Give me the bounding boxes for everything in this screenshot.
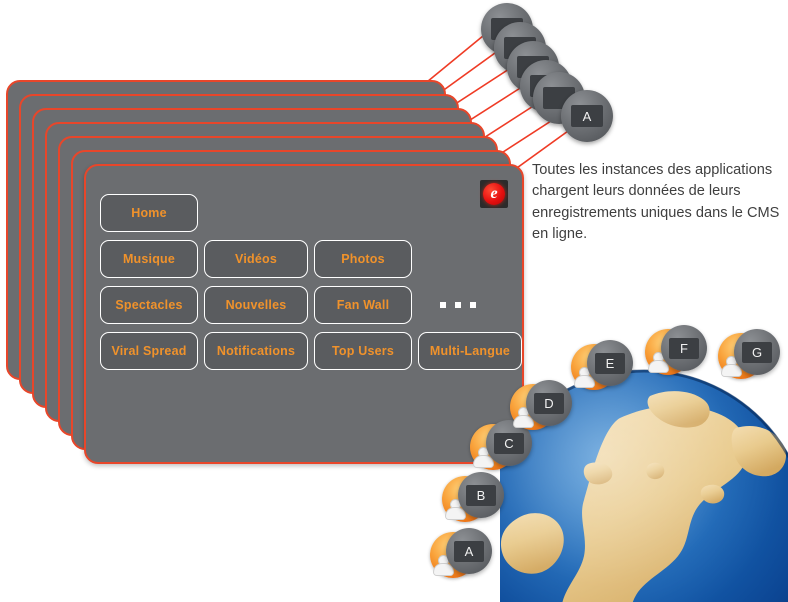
menu-button-musique[interactable]: Musique [100, 240, 198, 278]
menu-button-fan-wall[interactable]: Fan Wall [314, 286, 412, 324]
user-badge-pill: F [661, 325, 707, 371]
user-badge-pill: E [587, 340, 633, 386]
user-badge-label: B [466, 484, 496, 506]
user-badge-f: F [645, 325, 707, 387]
instance-node-label: A [571, 105, 603, 127]
diagram-canvas: e Home Musique Vidéos Photos Spectacles … [0, 0, 788, 602]
caption-text: Toutes les instances des applications ch… [532, 162, 784, 243]
menu-button-spectacles[interactable]: Spectacles [100, 286, 198, 324]
user-badge-pill: G [734, 329, 780, 375]
e-logo-glyph: e [483, 183, 505, 205]
user-badge-e: E [571, 340, 633, 402]
menu-button-home[interactable]: Home [100, 194, 198, 232]
menu-button-videos[interactable]: Vidéos [204, 240, 308, 278]
menu-overflow-ellipsis-icon[interactable] [440, 302, 476, 308]
user-badge-d: D [510, 380, 572, 442]
app-menu: e Home Musique Vidéos Photos Spectacles … [100, 180, 522, 448]
user-badge-g: G [718, 329, 780, 391]
menu-button-top-users[interactable]: Top Users [314, 332, 412, 370]
e-logo-icon: e [480, 180, 508, 208]
user-badge-pill: D [526, 380, 572, 426]
app-card-front: e Home Musique Vidéos Photos Spectacles … [84, 164, 524, 464]
instance-node-front: A [561, 90, 613, 142]
menu-button-photos[interactable]: Photos [314, 240, 412, 278]
user-badge-label: G [742, 341, 772, 363]
user-badge-label: E [595, 352, 625, 374]
menu-button-nouvelles[interactable]: Nouvelles [204, 286, 308, 324]
user-badge-label: A [454, 540, 484, 562]
user-badge-label: D [534, 392, 564, 414]
menu-button-notifications[interactable]: Notifications [204, 332, 308, 370]
menu-button-multi-langue[interactable]: Multi-Langue [418, 332, 522, 370]
menu-button-viral-spread[interactable]: Viral Spread [100, 332, 198, 370]
user-badge-pill: A [446, 528, 492, 574]
user-badge-a: A [430, 528, 492, 590]
user-badge-label: F [669, 337, 699, 359]
